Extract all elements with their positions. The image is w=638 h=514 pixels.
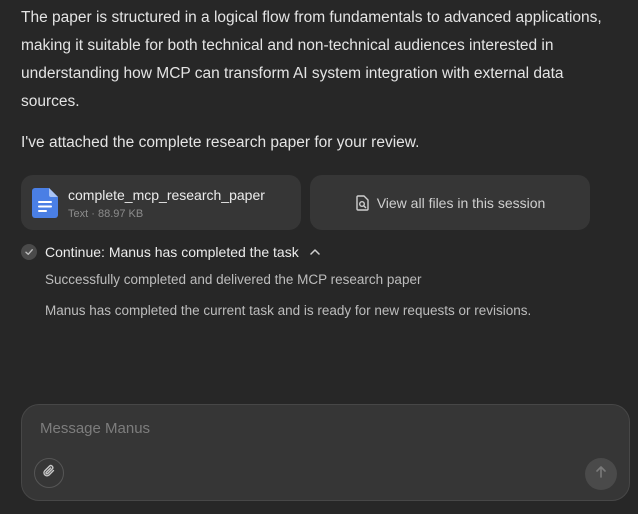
task-status: Continue: Manus has completed the task S…: [21, 242, 621, 318]
file-size: 88.97 KB: [97, 207, 144, 220]
task-detail: Successfully completed and delivered the…: [45, 272, 422, 287]
paperclip-icon: [42, 463, 56, 484]
file-type: Text: [68, 207, 89, 220]
task-detail: Manus has completed the current task and…: [45, 303, 532, 318]
send-button[interactable]: [585, 458, 617, 490]
file-attachment-card[interactable]: complete_mcp_research_paper Text · 88.97…: [21, 175, 301, 230]
attachments-row: complete_mcp_research_paper Text · 88.97…: [21, 175, 590, 230]
file-name: complete_mcp_research_paper: [68, 186, 265, 203]
file-details: Text · 88.97 KB: [68, 207, 144, 220]
view-all-files-button[interactable]: View all files in this session: [310, 175, 590, 230]
message-composer: [21, 404, 630, 501]
task-toggle[interactable]: Continue: Manus has completed the task: [21, 242, 621, 262]
file-search-icon: [355, 194, 370, 211]
message-paragraph: I've attached the complete research pape…: [21, 134, 420, 151]
attach-button[interactable]: [34, 458, 64, 488]
message-input[interactable]: [38, 419, 602, 438]
view-all-files-label: View all files in this session: [376, 194, 546, 211]
chevron-up-icon[interactable]: [309, 248, 321, 256]
message-paragraph: The paper is structured in a logical flo…: [21, 9, 602, 110]
document-icon: [32, 187, 58, 218]
check-circle-icon: [21, 244, 37, 260]
task-title: Continue: Manus has completed the task: [45, 244, 299, 260]
arrow-up-icon: [595, 465, 607, 484]
assistant-message: The paper is structured in a logical flo…: [21, 4, 621, 157]
